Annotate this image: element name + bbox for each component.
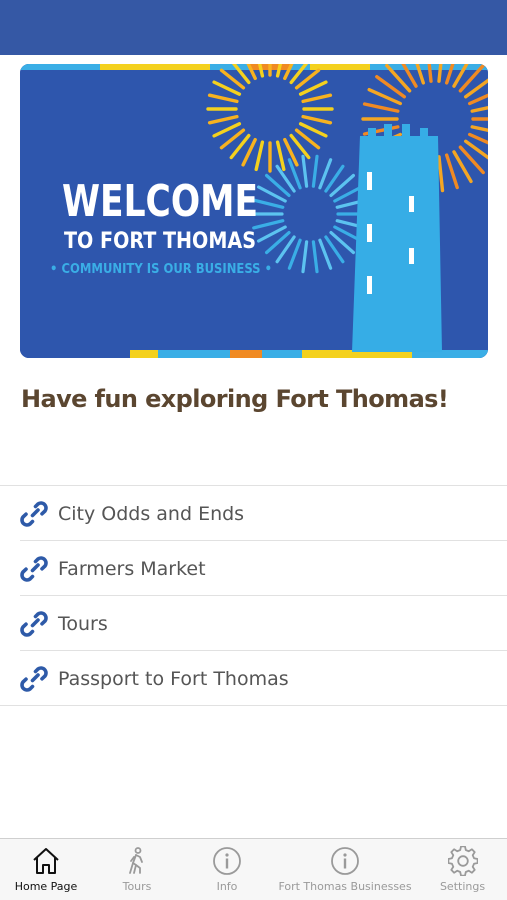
info-icon: [212, 846, 242, 876]
tab-label: Info: [216, 880, 238, 893]
banner-subtitle-text: TO FORT THOMAS: [64, 229, 256, 254]
link-label: Farmers Market: [58, 557, 206, 580]
link-item-passport-to-fort-thomas[interactable]: Passport to Fort Thomas: [0, 651, 507, 706]
link-label: City Odds and Ends: [58, 502, 245, 525]
info-icon: [330, 846, 360, 876]
tab-settings[interactable]: Settings: [418, 839, 507, 900]
tower-silhouette: [352, 124, 442, 352]
tab-tours[interactable]: Tours: [92, 839, 182, 900]
link-label: Passport to Fort Thomas: [58, 667, 289, 690]
banner-welcome-text: WELCOME: [62, 176, 258, 227]
banner-tagline-text: • COMMUNITY IS OUR BUSINESS •: [50, 262, 272, 277]
app-screen: WELCOME TO FORT THOMAS • COMMUNITY IS OU…: [0, 0, 507, 900]
gear-icon: [447, 846, 478, 876]
link-label: Tours: [58, 612, 108, 635]
link-item-farmers-market[interactable]: Farmers Market: [0, 541, 507, 596]
hiker-icon: [122, 846, 152, 876]
bottom-tab-bar: Home Page Tours Info Fort Thomas Busines…: [0, 838, 507, 900]
tab-info[interactable]: Info: [182, 839, 272, 900]
page-headline: Have fun exploring Fort Thomas!: [21, 385, 449, 413]
link-item-city-odds-and-ends[interactable]: City Odds and Ends: [0, 486, 507, 541]
link-icon: [20, 500, 48, 528]
link-list: City Odds and Ends Farmers Market Tours …: [0, 485, 507, 706]
link-icon: [20, 665, 48, 693]
tab-home-page[interactable]: Home Page: [0, 839, 92, 900]
tab-fort-thomas-businesses[interactable]: Fort Thomas Businesses: [272, 839, 418, 900]
link-icon: [20, 610, 48, 638]
tab-label: Settings: [439, 880, 486, 893]
link-icon: [20, 555, 48, 583]
link-item-tours[interactable]: Tours: [0, 596, 507, 651]
top-navigation-bar: [0, 0, 507, 55]
welcome-banner-image: WELCOME TO FORT THOMAS • COMMUNITY IS OU…: [20, 64, 488, 358]
tab-label: Home Page: [14, 880, 78, 893]
tab-label: Tours: [122, 880, 152, 893]
tab-label: Fort Thomas Businesses: [278, 880, 412, 893]
home-icon: [31, 846, 61, 876]
